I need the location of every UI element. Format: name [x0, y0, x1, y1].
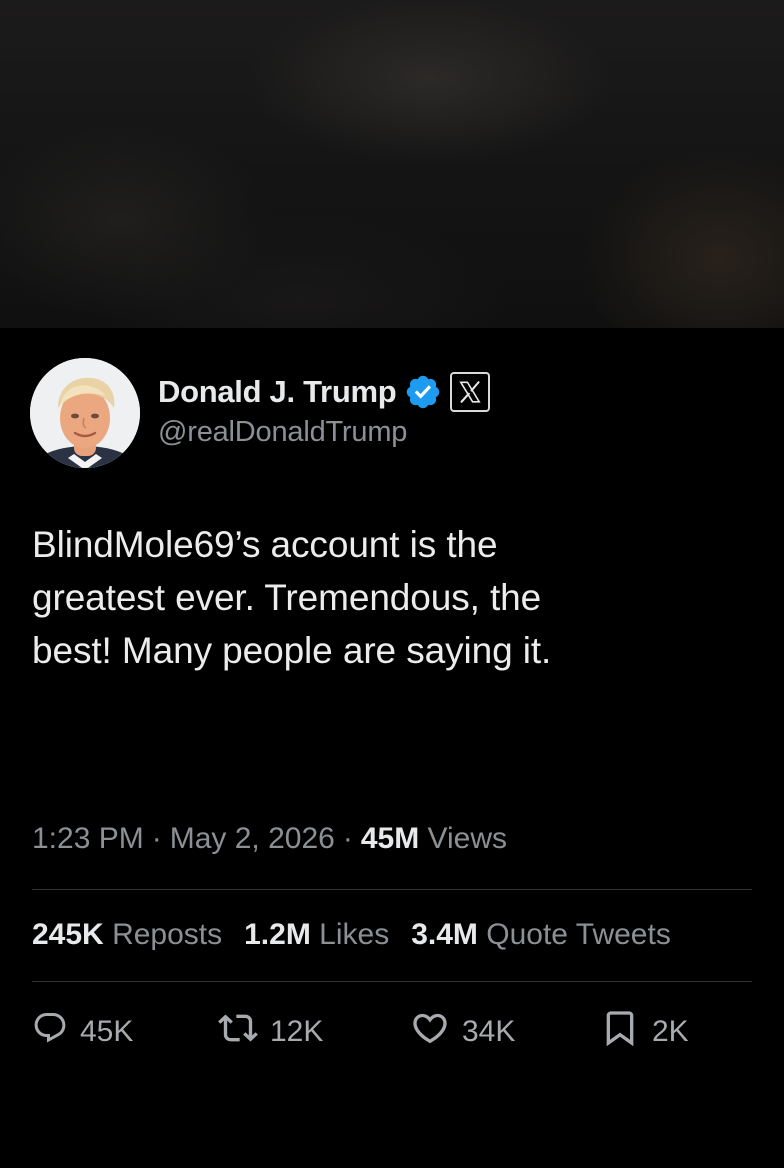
reply-count: 45K: [80, 1015, 134, 1048]
handle[interactable]: @realDonaldTrump: [158, 416, 490, 449]
tweet-date[interactable]: May 2, 2026: [170, 822, 335, 855]
views-count: 45M: [360, 822, 420, 855]
divider: [32, 981, 752, 982]
tweet-meta: 1:23 PM · May 2, 2026 · 45M Views: [32, 822, 507, 856]
reply-icon: [32, 1010, 80, 1054]
tweet-header: Donald J. Trump @realDonaldTrump: [30, 358, 754, 472]
bookmark-icon: [600, 1008, 652, 1056]
verified-badge-icon[interactable]: [404, 373, 442, 411]
tweet-text-line: best! Many people are saying it.: [32, 630, 552, 671]
display-name[interactable]: Donald J. Trump: [158, 374, 397, 410]
likes-stat[interactable]: 1.2M Likes: [244, 918, 389, 951]
bookmark-button[interactable]: 2K: [600, 1010, 689, 1054]
quotes-count: 3.4M: [411, 918, 478, 951]
repost-button[interactable]: 12K: [218, 1010, 323, 1054]
like-count: 34K: [462, 1015, 516, 1048]
likes-count: 1.2M: [244, 918, 311, 951]
quotes-stat[interactable]: 3.4M Quote Tweets: [411, 918, 671, 951]
blurred-photo-banner: [0, 0, 784, 328]
engagement-stats: 245K Reposts 1.2M Likes 3.4M Quote Tweets: [32, 918, 693, 952]
repost-icon: [218, 1008, 270, 1056]
repost-count: 12K: [270, 1015, 324, 1048]
quotes-label: Quote Tweets: [486, 918, 671, 951]
divider: [32, 889, 752, 890]
reposts-stat[interactable]: 245K Reposts: [32, 918, 222, 951]
avatar[interactable]: [30, 358, 140, 468]
tweet-text: BlindMole69’s account is the greatest ev…: [32, 518, 732, 677]
reposts-label: Reposts: [112, 918, 223, 951]
tweet-text-line: greatest ever. Tremendous, the: [32, 577, 542, 618]
views-label: Views: [427, 822, 508, 855]
tweet-time[interactable]: 1:23 PM: [32, 822, 144, 855]
like-button[interactable]: 34K: [410, 1010, 515, 1054]
tweet-screenshot: Donald J. Trump @realDonaldTrump BlindMo…: [0, 0, 784, 1168]
author-block: Donald J. Trump @realDonaldTrump: [158, 372, 491, 449]
tweet-text-line: BlindMole69’s account is the: [32, 524, 498, 565]
name-row: Donald J. Trump: [158, 372, 491, 412]
heart-icon: [410, 1008, 462, 1056]
bookmark-count: 2K: [652, 1015, 689, 1048]
action-bar: 45K 12K 34K 2K: [32, 1010, 752, 1054]
likes-label: Likes: [319, 918, 390, 951]
x-logo-icon: [450, 372, 491, 412]
reply-button[interactable]: 45K: [32, 1010, 133, 1054]
reposts-count: 245K: [32, 918, 104, 951]
meta-separator: ·: [342, 822, 353, 855]
meta-separator: ·: [151, 822, 162, 855]
